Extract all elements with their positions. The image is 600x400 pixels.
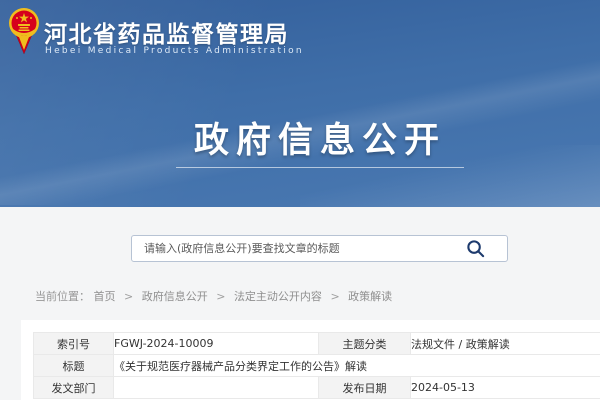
search-icon [466, 239, 485, 258]
table-row: 发文部门 发布日期 2024-05-13 [34, 377, 600, 399]
title-underline-divider [176, 167, 464, 168]
breadcrumb-separator: > [124, 290, 133, 303]
index-number-label: 索引号 [34, 333, 114, 355]
breadcrumb-link-statutory-content[interactable]: 法定主动公开内容 [234, 290, 322, 303]
breadcrumb-separator: > [330, 290, 339, 303]
category-label: 主题分类 [319, 333, 411, 355]
page-title: 政府信息公开 [0, 112, 600, 163]
search-button[interactable] [464, 239, 486, 259]
table-row: 标题 《关于规范医疗器械产品分类界定工作的公告》解读 [34, 355, 600, 377]
site-brand-link[interactable]: 河北省药品监督管理局 Hebei Medical Products Admini… [0, 0, 330, 70]
publish-date-label: 发布日期 [319, 377, 411, 399]
title-value: 《关于规范医疗器械产品分类界定工作的公告》解读 [114, 355, 600, 377]
breadcrumb-separator: > [216, 290, 225, 303]
department-value [114, 377, 319, 399]
breadcrumb-link-info-disclosure[interactable]: 政府信息公开 [142, 290, 208, 303]
category-value: 法规文件 / 政策解读 [411, 333, 600, 355]
document-metadata-table: 索引号 FGWJ-2024-10009 主题分类 法规文件 / 政策解读 标题 … [33, 332, 600, 399]
header-banner: 河北省药品监督管理局 Hebei Medical Products Admini… [0, 0, 600, 207]
breadcrumb-prefix: 当前位置： [35, 290, 90, 303]
org-name-english: Hebei Medical Products Administration [45, 46, 304, 56]
org-name-chinese: 河北省药品监督管理局 [44, 15, 289, 49]
table-row: 索引号 FGWJ-2024-10009 主题分类 法规文件 / 政策解读 [34, 333, 600, 355]
breadcrumb: 当前位置： 首页 > 政府信息公开 > 法定主动公开内容 > 政策解读 [35, 288, 392, 304]
publish-date-value: 2024-05-13 [411, 377, 600, 399]
department-label: 发文部门 [34, 377, 114, 399]
search-input[interactable] [131, 235, 508, 262]
breadcrumb-link-home[interactable]: 首页 [94, 290, 116, 303]
national-emblem-icon [8, 7, 40, 57]
breadcrumb-link-policy-interpretation[interactable]: 政策解读 [348, 290, 392, 303]
index-number-value: FGWJ-2024-10009 [114, 333, 319, 355]
title-label: 标题 [34, 355, 114, 377]
